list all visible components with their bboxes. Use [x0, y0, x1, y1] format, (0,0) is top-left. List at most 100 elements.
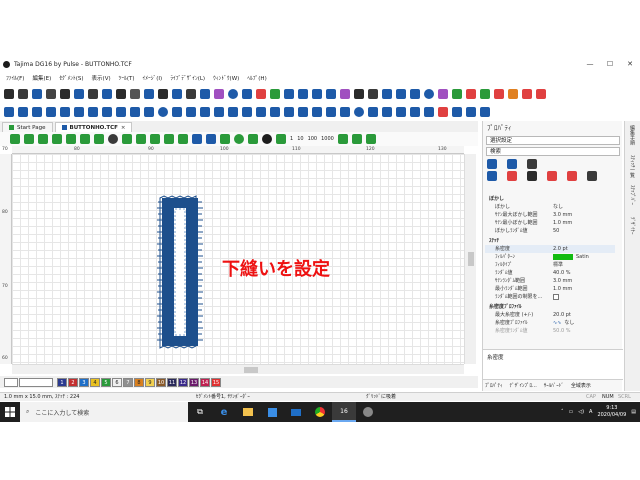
color-field[interactable]: [19, 377, 53, 387]
color-swatch[interactable]: 8: [134, 377, 144, 387]
color-swatch[interactable]: 5: [101, 377, 111, 387]
mail-icon[interactable]: [284, 402, 308, 422]
gradient-icon[interactable]: [242, 107, 252, 117]
property-row[interactable]: ぼかし なし: [485, 203, 615, 211]
network-icon[interactable]: ▭: [568, 409, 573, 415]
scroll-thumb[interactable]: [468, 252, 474, 266]
lace-icon[interactable]: [382, 107, 392, 117]
menu-window[interactable]: ｳｨﾝﾄﾞｳ(W): [213, 74, 239, 82]
rotate-icon[interactable]: [88, 107, 98, 117]
property-row[interactable]: ｻﾃﾝ最大ぼかし範囲 3.0 mm: [485, 211, 615, 219]
start-button[interactable]: [0, 402, 20, 422]
crest-icon[interactable]: [312, 107, 322, 117]
frame-view-icon[interactable]: [52, 134, 62, 144]
ruler-icon[interactable]: [150, 134, 160, 144]
property-row[interactable]: ｻﾃﾝ最小ぼかし範囲 1.0 mm: [485, 219, 615, 227]
color-swatch[interactable]: 1: [57, 377, 67, 387]
chenille-icon[interactable]: [284, 107, 294, 117]
pull-comp-icon[interactable]: [527, 171, 537, 181]
limit-checkbox[interactable]: [553, 294, 559, 300]
emboss-icon[interactable]: [396, 107, 406, 117]
pattern-icon[interactable]: [214, 107, 224, 117]
color-swatch[interactable]: 9: [145, 377, 155, 387]
save-as-icon[interactable]: [46, 89, 56, 99]
motif-icon[interactable]: [298, 107, 308, 117]
contour-icon[interactable]: [340, 107, 350, 117]
group-icon[interactable]: [46, 107, 56, 117]
3d-icon[interactable]: [262, 134, 272, 144]
name-drop-icon[interactable]: [480, 107, 490, 117]
side-tab-edit-steps[interactable]: 編集手順: [629, 125, 636, 145]
property-row[interactable]: 最大糸密度 (+/-) 20.0 pt: [485, 311, 615, 319]
scroll-thumb[interactable]: [244, 367, 258, 373]
stitch-props-icon[interactable]: [487, 159, 497, 169]
spiral-icon[interactable]: [354, 107, 364, 117]
machine-icon[interactable]: [158, 89, 168, 99]
step-10-button[interactable]: 10: [297, 136, 303, 142]
realistic-icon[interactable]: [234, 134, 244, 144]
image-icon[interactable]: [438, 89, 448, 99]
menu-view[interactable]: 表示(V): [92, 74, 111, 82]
text-props-icon[interactable]: [507, 159, 517, 169]
puzzle-view-icon[interactable]: [220, 134, 230, 144]
selection-dropdown[interactable]: 選択設定: [486, 136, 620, 145]
eye-icon[interactable]: [38, 134, 48, 144]
tab-thumbnail[interactable]: ｻｰﾙﾊﾞｰﾄﾞ: [542, 382, 564, 389]
monogram-tool-icon[interactable]: [466, 107, 476, 117]
print-icon[interactable]: [130, 89, 140, 99]
side-tab-stepper[interactable]: ｽﾃｯﾌﾟﾊﾞｰ: [629, 185, 636, 205]
horizontal-scrollbar[interactable]: [12, 364, 464, 374]
new-file-icon[interactable]: [4, 89, 14, 99]
zoom-icon[interactable]: [24, 134, 34, 144]
menu-image[interactable]: ｲﾒｰｼﾞ(I): [143, 74, 163, 82]
underlay-props-icon[interactable]: [507, 171, 517, 181]
filter-icon[interactable]: [10, 134, 20, 144]
general-props-icon[interactable]: [587, 171, 597, 181]
list-icon[interactable]: [122, 134, 132, 144]
tab-buttonho[interactable]: BUTTONHO.TCF ×: [54, 122, 133, 132]
property-section[interactable]: ぼかし: [485, 195, 615, 203]
shape-icon[interactable]: [270, 89, 280, 99]
tab-properties[interactable]: ﾌﾟﾛﾊﾟﾃｨ: [483, 382, 503, 389]
chrome-icon[interactable]: [308, 402, 332, 422]
refresh-icon[interactable]: [200, 89, 210, 99]
thread-icon[interactable]: [248, 134, 258, 144]
tools-props-icon[interactable]: [527, 159, 537, 169]
color-swatch[interactable]: 11: [167, 377, 177, 387]
taskbar-search[interactable]: ⌕ ここに入力して検索: [20, 402, 188, 422]
color-swatch[interactable]: 6: [112, 377, 122, 387]
property-section[interactable]: ｽﾃｯﾁ: [485, 237, 615, 245]
property-row-density[interactable]: 糸密度 2.0 pt: [485, 245, 615, 253]
align-right-icon[interactable]: [32, 107, 42, 117]
circle-icon[interactable]: [228, 89, 238, 99]
tie-in-icon[interactable]: [547, 171, 557, 181]
jump-icon[interactable]: [522, 89, 532, 99]
color-swatch[interactable]: 15: [211, 377, 221, 387]
mirror-icon[interactable]: [74, 107, 84, 117]
tie-off-icon[interactable]: [567, 171, 577, 181]
property-row[interactable]: ﾌｨﾙﾀｲﾌﾟ 標準: [485, 261, 615, 269]
edge-icon[interactable]: e: [212, 402, 236, 422]
sparkle-icon[interactable]: [144, 107, 154, 117]
monogram-icon[interactable]: [480, 89, 490, 99]
frame-icon[interactable]: [200, 107, 210, 117]
select-icon[interactable]: [340, 89, 350, 99]
tab-start-page[interactable]: Start Page: [2, 122, 53, 132]
export-icon[interactable]: [74, 89, 84, 99]
property-row[interactable]: 糸密度ﾗﾝﾀﾞﾑ値 50.0 %: [485, 327, 615, 335]
color-swatch[interactable]: 10: [156, 377, 166, 387]
stipple-icon[interactable]: [424, 107, 434, 117]
notification-icon[interactable]: ▤: [631, 409, 636, 415]
prev-icon[interactable]: [276, 134, 286, 144]
property-section[interactable]: 糸密度ﾌﾟﾛﾌｧｲﾙ: [485, 303, 615, 311]
globe-icon[interactable]: [158, 107, 168, 117]
property-row[interactable]: ぼかしﾗﾝﾀﾞﾑ値 50: [485, 227, 615, 235]
property-row[interactable]: ﾗﾝﾀﾞﾑ値 40.0 %: [485, 269, 615, 277]
properties-search[interactable]: 検索: [486, 147, 620, 156]
step-100-button[interactable]: 100: [308, 136, 318, 142]
snap-icon[interactable]: [164, 134, 174, 144]
pen-icon[interactable]: [214, 89, 224, 99]
close-button[interactable]: ✕: [620, 58, 640, 70]
circle-tool-icon[interactable]: [424, 89, 434, 99]
applique-icon[interactable]: [410, 89, 420, 99]
